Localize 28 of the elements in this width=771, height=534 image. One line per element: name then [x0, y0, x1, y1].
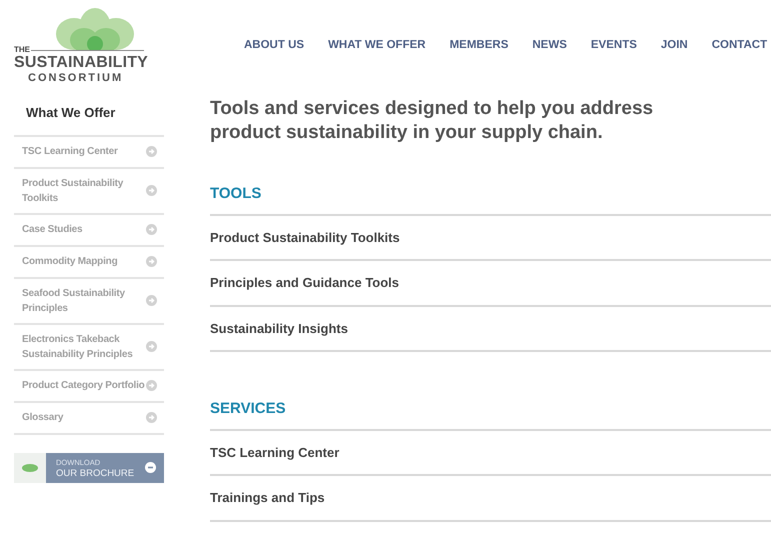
- arrow-icon: [146, 412, 157, 423]
- arrow-icon: [146, 256, 157, 267]
- arrow-icon: [146, 341, 157, 352]
- section-title: SERVICES: [210, 398, 771, 430]
- tool-link[interactable]: Trainings and Tips: [210, 476, 771, 522]
- arrow-icon: [146, 146, 157, 157]
- logo-text: THE: [14, 46, 30, 54]
- arrow-icon: [146, 185, 157, 196]
- nav-link[interactable]: WHAT WE OFFER: [328, 37, 426, 54]
- nav-link[interactable]: CONTACT: [712, 37, 768, 54]
- nav-link[interactable]: MEMBERS: [450, 37, 508, 54]
- logo-text: CONSORTIUM: [28, 72, 124, 85]
- tool-link[interactable]: TSC Learning Center: [210, 430, 771, 476]
- logo-text: SUSTAINABILITY: [14, 54, 148, 72]
- minus-circle-icon: [145, 462, 156, 473]
- arrow-icon: [146, 380, 157, 391]
- nav-link[interactable]: NEWS: [532, 37, 567, 54]
- arrow-icon: [146, 224, 157, 235]
- arrow-icon: [146, 295, 157, 306]
- nav-link[interactable]: ABOUT US: [244, 37, 304, 54]
- nav-link[interactable]: JOIN: [660, 37, 688, 54]
- nav-link[interactable]: EVENTS: [590, 37, 637, 54]
- sidebar-title: What We Offer: [14, 97, 164, 136]
- tool-link[interactable]: Principles and Guidance Tools: [210, 261, 771, 306]
- section-title: TOOLS: [210, 183, 771, 216]
- tool-link[interactable]: Sustainability Insights: [210, 306, 771, 352]
- tool-link[interactable]: Product Sustainability Toolkits: [210, 216, 771, 261]
- page-headline: Tools and services designed to help you address product sustainability in your supply chain.: [210, 97, 654, 145]
